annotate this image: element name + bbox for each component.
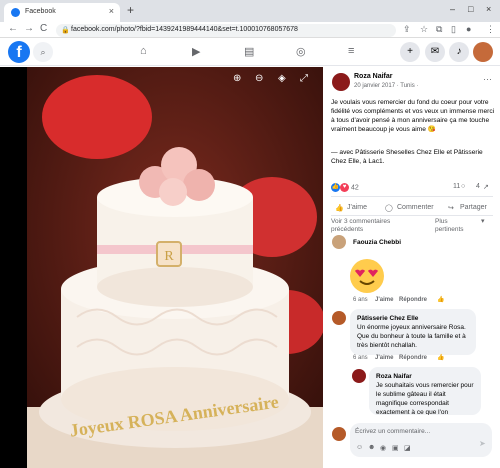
groups-icon[interactable]: ◎ <box>296 45 306 58</box>
notifications-bell-icon[interactable]: ♪ <box>449 42 469 62</box>
comment-author[interactable]: Roza Naifar <box>376 372 474 381</box>
divider <box>331 196 493 197</box>
comment-like[interactable]: J'aime <box>375 355 393 361</box>
comment-reply[interactable]: Répondre <box>399 297 427 303</box>
tab-close-icon[interactable]: × <box>109 6 114 16</box>
comment-button[interactable]: Commenter <box>397 204 434 211</box>
browser-tab-bar: Facebook × + – □ × <box>0 0 500 22</box>
zoom-in-icon[interactable]: ⊕ <box>233 73 241 84</box>
reload-button[interactable]: C <box>40 23 47 34</box>
divider <box>331 215 493 216</box>
back-button[interactable]: ← <box>8 23 18 34</box>
cake-monogram: R <box>164 249 174 264</box>
close-window-button[interactable]: × <box>486 4 491 14</box>
post-tagged: — avec Pâtisserie Sheselles Chez Elle et… <box>331 149 483 165</box>
maximize-button[interactable]: □ <box>468 4 473 14</box>
search-icon[interactable]: ⌕ <box>33 42 53 62</box>
forward-button[interactable]: → <box>24 23 34 34</box>
comment-reply[interactable]: Répondre <box>399 355 427 361</box>
url-bar[interactable]: 🔒 facebook.com/photo/?fbid=1439241989444… <box>56 24 396 37</box>
comment-like[interactable]: J'aime <box>375 297 393 303</box>
like-icon[interactable]: 👍 <box>335 204 344 212</box>
sidebar-icon[interactable]: ▯ <box>451 24 456 35</box>
facebook-logo-icon[interactable]: f <box>8 41 30 63</box>
gif-icon[interactable]: ▣ <box>392 444 399 452</box>
avatar-sticker-icon[interactable]: ☺ <box>356 444 363 451</box>
comment-bubble: Pâtisserie Chez Elle Un énorme joyeux an… <box>350 309 476 355</box>
composer-avatar <box>332 427 346 441</box>
like-reaction-icon: 👍 <box>437 355 445 361</box>
reaction-summary[interactable]: 👍 ♥ 42 <box>331 183 359 192</box>
tab-title: Facebook <box>25 8 56 15</box>
photo-viewer: R Joyeux ROSA Anniversaire ⊕ ⊖ ◈ ⤢ <box>0 67 323 468</box>
share-page-icon[interactable]: ⇪ <box>403 24 411 35</box>
comment-avatar[interactable] <box>352 369 366 383</box>
like-reaction-icon: 👍 <box>331 183 340 192</box>
share-count-icon: ↗ <box>483 184 489 191</box>
emoji-icon[interactable]: ☻ <box>368 444 375 451</box>
browser-menu-icon[interactable]: ⋮ <box>486 24 495 35</box>
birthday-cake-photo: R Joyeux ROSA Anniversaire <box>27 67 323 468</box>
account-avatar[interactable] <box>473 42 493 62</box>
view-previous-comments[interactable]: Voir 3 commentaires précédents <box>331 218 401 234</box>
comment-icon[interactable]: ◯ <box>385 204 393 212</box>
new-tab-button[interactable]: + <box>127 3 134 17</box>
comment-author[interactable]: Faouzia Chebbi <box>353 239 401 246</box>
extensions-icon[interactable]: ⧉ <box>436 24 442 35</box>
watch-icon[interactable]: ▶ <box>192 45 200 58</box>
comment-avatar[interactable] <box>332 311 346 325</box>
share-icon[interactable]: ↪ <box>448 204 454 212</box>
comment-bubble: Roza Naifar Je souhaitais vous remercier… <box>369 367 481 415</box>
minimize-button[interactable]: – <box>450 4 455 14</box>
sort-chevron-icon[interactable]: ▾ <box>481 218 485 226</box>
post-text: Je voulais vous remercier du fond du coe… <box>331 99 495 133</box>
author-avatar[interactable] <box>332 73 350 91</box>
reaction-count: 42 <box>350 184 359 192</box>
share-button[interactable]: Partager <box>460 204 487 211</box>
comment-avatar[interactable] <box>332 235 346 249</box>
send-icon[interactable]: ➤ <box>479 439 486 448</box>
sort-comments[interactable]: Plus pertinents <box>435 218 477 234</box>
facebook-favicon-icon <box>11 8 20 17</box>
comment-time[interactable]: 6 ans <box>353 297 368 303</box>
camera-icon[interactable]: ◉ <box>380 444 386 452</box>
heart-eyes-sticker <box>350 259 384 293</box>
comment-text: Je souhaitais vous remercier pour le sub… <box>376 382 474 415</box>
comment-author[interactable]: Pâtisserie Chez Elle <box>357 314 469 323</box>
messenger-icon[interactable]: ✉ <box>425 42 445 62</box>
fullscreen-icon[interactable]: ⤢ <box>300 73 308 84</box>
post-date[interactable]: 20 janvier 2017 · Tunis · <box>354 83 418 89</box>
tag-icon[interactable]: ◈ <box>278 73 286 84</box>
comment-count-icon: ○ <box>461 183 466 190</box>
bookmark-star-icon[interactable]: ☆ <box>420 24 428 35</box>
marketplace-icon[interactable]: ▤ <box>244 45 254 58</box>
like-button[interactable]: J'aime <box>347 204 367 211</box>
create-plus-icon[interactable]: + <box>400 42 420 62</box>
comment-time[interactable]: 6 ans <box>353 355 368 361</box>
browser-tab[interactable]: Facebook × <box>4 3 120 22</box>
comment-count[interactable]: 11 <box>453 183 460 190</box>
post-author[interactable]: Roza Naifar <box>354 73 393 80</box>
facebook-header: f ⌕ ⌂ ▶ ▤ ◎ ≡ + ✉ ♪ <box>0 38 500 66</box>
share-count[interactable]: 4 <box>476 183 480 190</box>
love-reaction-icon: ♥ <box>340 183 349 192</box>
profile-avatar-icon[interactable]: ● <box>466 24 471 34</box>
comment-placeholder: Écrivez un commentaire... <box>355 428 431 435</box>
zoom-out-icon[interactable]: ⊖ <box>255 73 263 84</box>
url-text: facebook.com/photo/?fbid=143924198944414… <box>71 26 298 33</box>
like-reaction-icon: 👍 <box>437 297 445 303</box>
post-panel: Roza Naifar 20 janvier 2017 · Tunis · ··… <box>323 67 500 468</box>
home-icon[interactable]: ⌂ <box>140 45 147 57</box>
comment-text: Un énorme joyeux anniversaire Rosa. Que … <box>357 324 466 349</box>
address-toolbar: ← → C 🔒 facebook.com/photo/?fbid=1439241… <box>0 22 500 38</box>
more-options-icon[interactable]: ··· <box>483 74 492 84</box>
menu-icon[interactable]: ≡ <box>348 45 354 57</box>
lock-icon: 🔒 <box>61 27 70 34</box>
sticker-icon[interactable]: ◪ <box>404 444 411 452</box>
comment-input[interactable]: Écrivez un commentaire... ☺ ☻ ◉ ▣ ◪ <box>350 423 492 457</box>
